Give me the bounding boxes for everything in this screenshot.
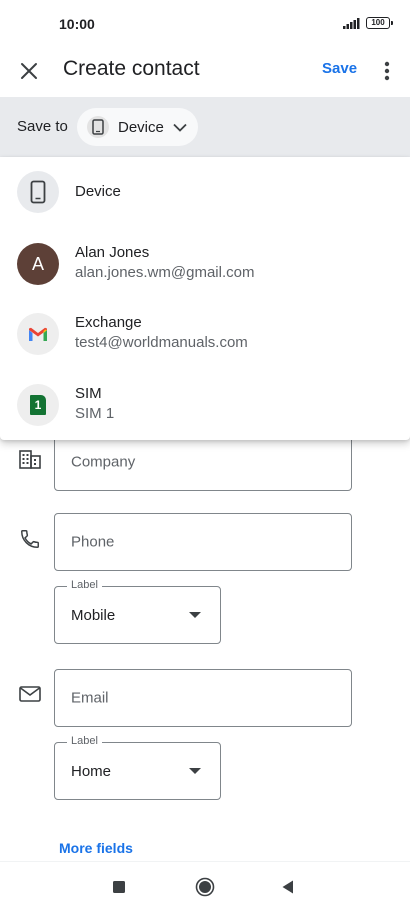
account-title: Alan Jones <box>75 244 150 261</box>
phone-field[interactable]: Phone <box>54 513 352 571</box>
account-subtitle: test4@worldmanuals.com <box>75 334 248 351</box>
home-icon <box>195 877 215 897</box>
save-button[interactable]: Save <box>322 60 357 77</box>
avatar: A <box>17 243 59 285</box>
system-nav-bar <box>0 861 410 911</box>
email-placeholder: Email <box>71 689 109 707</box>
page-title: Create contact <box>63 57 200 80</box>
save-to-label: Save to <box>17 118 68 135</box>
account-option-alan-jones[interactable]: A Alan Jones alan.jones.wm@gmail.com <box>0 229 410 299</box>
account-subtitle: SIM 1 <box>75 405 115 422</box>
email-label-value: Home <box>71 763 112 780</box>
account-title: Exchange <box>75 314 142 331</box>
phone-call-icon <box>17 526 43 552</box>
phone-label-select[interactable]: Label Mobile <box>54 579 221 644</box>
phone-label-legend: Label <box>67 579 102 591</box>
email-icon <box>17 681 43 707</box>
dropdown-arrow-icon <box>189 768 201 774</box>
chevron-down-icon <box>173 123 187 132</box>
more-options-button[interactable] <box>376 56 398 86</box>
account-option-sim[interactable]: 1 SIM SIM 1 <box>0 370 410 440</box>
sim-badge: 1 <box>30 395 46 415</box>
company-icon <box>17 446 43 472</box>
signal-icon <box>343 17 360 29</box>
account-subtitle: alan.jones.wm@gmail.com <box>75 264 255 281</box>
gmail-logo-icon <box>17 313 59 355</box>
status-icons: 100 <box>343 17 393 29</box>
sim-card-icon: 1 <box>17 384 59 426</box>
close-button[interactable] <box>14 56 44 86</box>
more-vert-icon <box>384 61 390 81</box>
app-bar: Create contact Save <box>0 44 410 96</box>
account-title: Device <box>75 183 121 200</box>
dropdown-arrow-icon <box>189 612 201 618</box>
home-button[interactable] <box>193 875 217 899</box>
account-option-exchange[interactable]: Exchange test4@worldmanuals.com <box>0 299 410 369</box>
recents-icon <box>113 881 125 893</box>
close-icon <box>21 63 37 79</box>
back-button[interactable] <box>276 875 300 899</box>
phone-icon <box>17 171 59 213</box>
save-to-selected: Device <box>118 118 164 136</box>
company-placeholder: Company <box>71 453 136 470</box>
back-icon <box>282 880 293 894</box>
email-label-select[interactable]: Label Home <box>54 735 221 800</box>
phone-label-value: Mobile <box>71 607 116 624</box>
save-to-account-chip[interactable]: Device <box>77 108 198 146</box>
account-title: SIM <box>75 385 102 402</box>
recents-button[interactable] <box>107 875 131 899</box>
phone-placeholder: Phone <box>71 533 115 551</box>
phone-icon <box>87 116 109 138</box>
status-bar: 10:00 100 <box>0 0 410 44</box>
status-time: 10:00 <box>59 16 95 32</box>
account-dropdown: Device A Alan Jones alan.jones.wm@gmail.… <box>0 157 410 440</box>
more-fields-button[interactable]: More fields <box>59 840 133 856</box>
company-field[interactable]: Company <box>54 432 352 491</box>
account-option-device[interactable]: Device <box>0 157 410 227</box>
email-field[interactable]: Email <box>54 669 352 727</box>
battery-icon: 100 <box>366 17 393 29</box>
save-to-bar: Save to Device <box>0 97 410 157</box>
email-label-legend: Label <box>67 735 102 747</box>
